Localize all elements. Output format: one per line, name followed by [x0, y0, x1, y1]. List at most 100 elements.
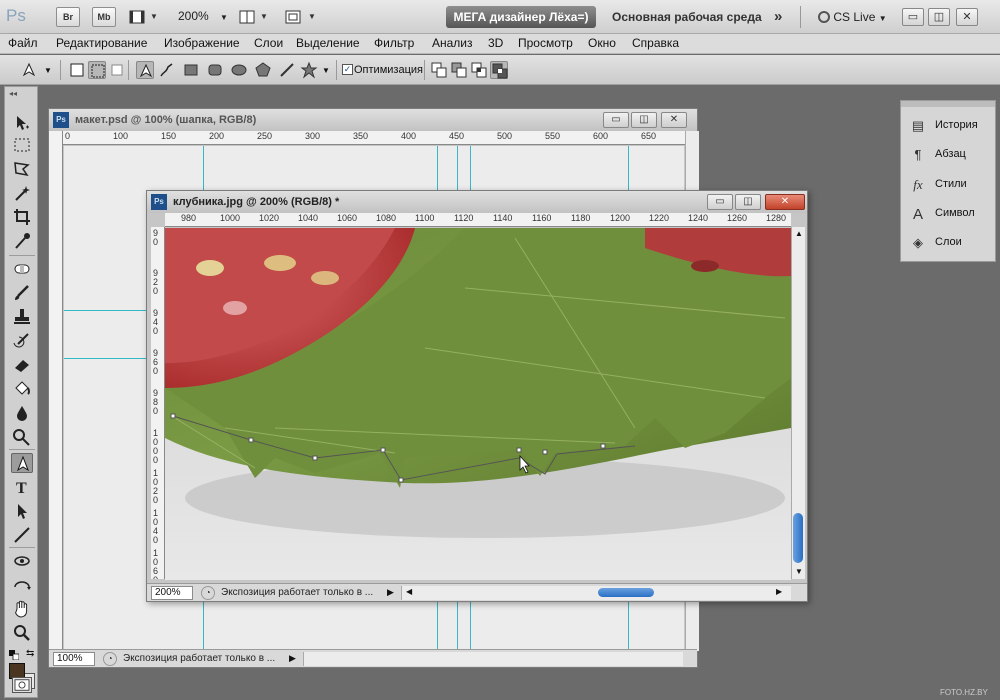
document-window-strawberry[interactable]: Ps клубника.jpg @ 200% (RGB/8) * ▭ ◫ ✕ 9…: [146, 190, 808, 602]
vertical-scrollbar[interactable]: ▲ ▼: [791, 227, 805, 579]
line-option[interactable]: [278, 61, 296, 79]
default-colors-icon[interactable]: [9, 649, 20, 661]
arrange-documents-dropdown[interactable]: ▼: [238, 8, 270, 26]
scroll-right-icon[interactable]: ▶: [776, 587, 782, 596]
paint-bucket-tool[interactable]: [11, 379, 33, 399]
rectangle-option[interactable]: [182, 61, 200, 79]
more-workspaces-icon[interactable]: »: [774, 8, 782, 25]
subtract-shapes-option[interactable]: [450, 61, 468, 79]
menu-3d[interactable]: 3D: [488, 36, 503, 50]
horizontal-ruler[interactable]: 980 1000 1020 1040 1060 1080 1100 1120 1140 1160 1…: [165, 213, 791, 227]
document-title-bar[interactable]: Ps клубника.jpg @ 200% (RGB/8) * ▭ ◫ ✕: [147, 191, 807, 213]
freeform-pen-option[interactable]: [158, 61, 176, 79]
shape-layers-mode[interactable]: [68, 61, 86, 79]
blur-tool[interactable]: [11, 403, 33, 423]
workspace-switcher[interactable]: Основная рабочая среда: [612, 10, 762, 24]
document-info-icon[interactable]: ◔: [103, 652, 117, 666]
bridge-button[interactable]: Br: [56, 7, 80, 27]
menu-layers[interactable]: Слои: [254, 36, 283, 50]
scroll-up-icon[interactable]: ▲: [795, 229, 803, 238]
lasso-tool[interactable]: [11, 159, 33, 179]
restore-button[interactable]: ◫: [928, 8, 950, 26]
eraser-tool[interactable]: [11, 355, 33, 375]
menu-window[interactable]: Окно: [588, 36, 616, 50]
intersect-shapes-option[interactable]: [470, 61, 488, 79]
horizontal-scrollbar[interactable]: ◀ ▶: [401, 586, 791, 600]
horizontal-scroll-thumb[interactable]: [598, 588, 654, 597]
3d-orbit-tool[interactable]: [11, 575, 33, 595]
polygon-option[interactable]: [254, 61, 272, 79]
document-canvas[interactable]: [165, 228, 791, 580]
close-button[interactable]: ✕: [956, 8, 978, 26]
panel-layers[interactable]: ◈ Слои: [909, 232, 993, 254]
tool-preset-picker[interactable]: [20, 61, 38, 79]
clone-stamp-tool[interactable]: [11, 307, 33, 327]
extras-dropdown[interactable]: ▼: [128, 8, 158, 26]
menu-edit[interactable]: Редактирование: [56, 36, 147, 50]
vertical-scroll-thumb[interactable]: [793, 513, 803, 563]
zoom-tool[interactable]: [11, 623, 33, 643]
3d-rotate-tool[interactable]: [11, 551, 33, 571]
rounded-rectangle-option[interactable]: [206, 61, 224, 79]
quick-mask-button[interactable]: [12, 677, 32, 693]
menu-file[interactable]: Файл: [8, 36, 38, 50]
minimize-button[interactable]: ▭: [902, 8, 924, 26]
document-title-bar[interactable]: Ps макет.psd @ 100% (шапка, RGB/8) ▭ ◫ ✕: [49, 109, 697, 131]
horizontal-scrollbar[interactable]: [303, 652, 683, 666]
document-minimize-button[interactable]: ▭: [603, 112, 629, 128]
chevron-down-icon[interactable]: ▼: [322, 66, 330, 75]
scroll-down-icon[interactable]: ▼: [795, 567, 803, 576]
chevron-down-icon[interactable]: ▼: [44, 66, 52, 75]
spot-healing-tool[interactable]: [11, 259, 33, 279]
move-tool[interactable]: [11, 113, 33, 133]
horizontal-ruler[interactable]: 0 100 150 200 250 300 350 400 450 500 550 600 650: [63, 131, 685, 145]
type-tool[interactable]: T: [11, 477, 33, 497]
menu-select[interactable]: Выделение: [296, 36, 360, 50]
menu-filter[interactable]: Фильтр: [374, 36, 414, 50]
crop-tool[interactable]: [11, 207, 33, 227]
menu-view[interactable]: Просмотр: [518, 36, 573, 50]
vertical-ruler[interactable]: 9 0 9 2 0 9 4 0 9 6 0 9 8 0 1 0 0 0 1 0 2 0 1 0…: [151, 227, 165, 579]
workspace-user-button[interactable]: МЕГА дизайнер Лёха=): [446, 6, 596, 28]
path-selection-tool[interactable]: [11, 501, 33, 521]
panel-history[interactable]: ▤ История: [909, 115, 993, 137]
status-menu-arrow-icon[interactable]: ▶: [387, 587, 394, 598]
history-brush-tool[interactable]: [11, 331, 33, 351]
screen-mode-dropdown[interactable]: ▼: [284, 8, 318, 26]
panel-character[interactable]: A Символ: [909, 203, 993, 225]
eyedropper-tool[interactable]: [11, 231, 33, 251]
combine-shapes-option[interactable]: [430, 61, 448, 79]
scroll-left-icon[interactable]: ◀: [406, 587, 412, 596]
hand-tool[interactable]: [11, 599, 33, 619]
pen-option[interactable]: [136, 61, 154, 79]
mini-bridge-button[interactable]: Mb: [92, 7, 116, 27]
brush-tool[interactable]: [11, 283, 33, 303]
vertical-ruler[interactable]: [49, 131, 63, 651]
paths-mode[interactable]: [88, 61, 106, 79]
document-minimize-button[interactable]: ▭: [707, 194, 733, 210]
menu-analysis[interactable]: Анализ: [432, 36, 473, 50]
document-info-icon[interactable]: ◔: [201, 586, 215, 600]
dodge-tool[interactable]: [11, 427, 33, 447]
pen-tool[interactable]: [11, 453, 33, 473]
fill-pixels-mode[interactable]: [108, 61, 126, 79]
zoom-field[interactable]: 200%: [151, 586, 193, 600]
document-close-button[interactable]: ✕: [765, 194, 805, 210]
collapse-panel-icon[interactable]: ◂◂: [9, 89, 17, 98]
ellipse-option[interactable]: [230, 61, 248, 79]
menu-image[interactable]: Изображение: [164, 36, 240, 50]
document-maximize-button[interactable]: ◫: [735, 194, 761, 210]
swap-colors-icon[interactable]: ⇆: [26, 648, 34, 659]
exclude-shapes-option[interactable]: [490, 61, 508, 79]
quick-selection-tool[interactable]: [11, 183, 33, 203]
panel-grip[interactable]: [901, 101, 995, 107]
line-shape-tool[interactable]: [11, 525, 33, 545]
zoom-level-select[interactable]: 200% ▼: [178, 9, 228, 23]
auto-add-delete-checkbox[interactable]: ✓: [342, 64, 353, 75]
document-maximize-button[interactable]: ◫: [631, 112, 657, 128]
menu-help[interactable]: Справка: [632, 36, 679, 50]
document-close-button[interactable]: ✕: [661, 112, 687, 128]
cs-live-menu[interactable]: CS Live ▼: [818, 10, 887, 24]
status-menu-arrow-icon[interactable]: ▶: [289, 653, 296, 664]
custom-shape-option[interactable]: [300, 61, 318, 79]
